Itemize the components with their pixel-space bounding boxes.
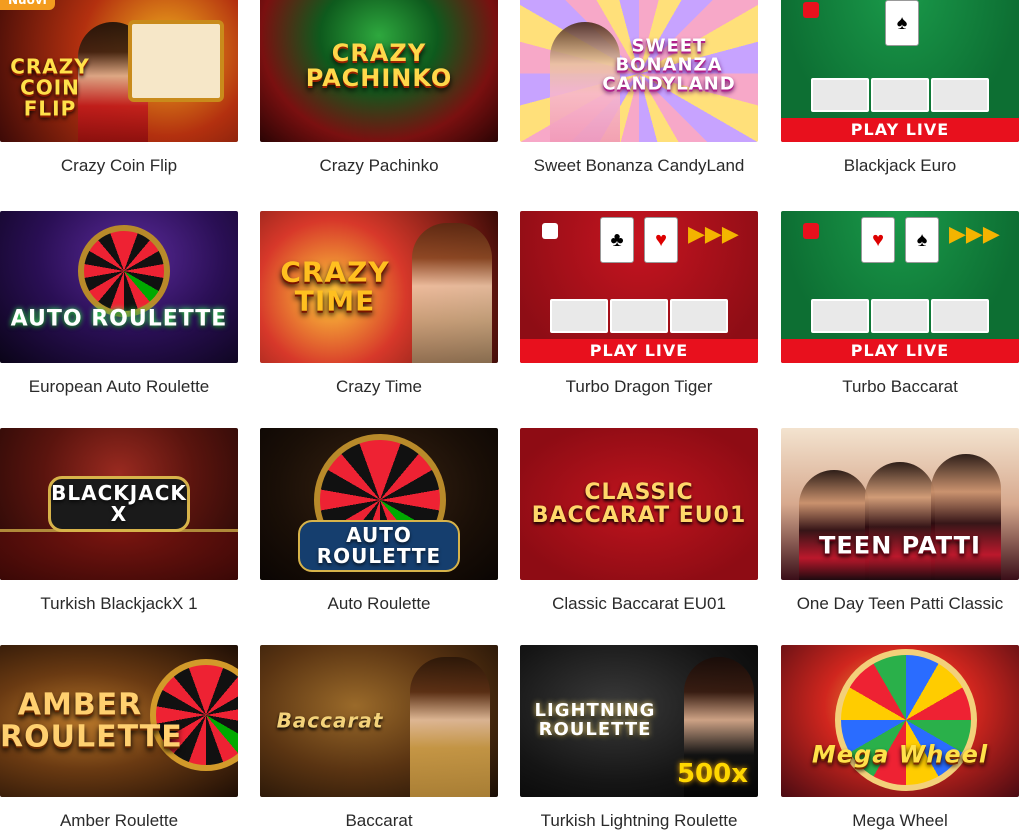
game-thumbnail[interactable]: SWEET BONANZA CANDYLAND: [520, 0, 758, 142]
game-logo-text: Mega Wheel: [811, 740, 989, 769]
game-logo-text: CRAZY COIN FLIP: [10, 54, 90, 121]
player-tiles: [550, 299, 728, 333]
game-title[interactable]: Turkish BlackjackX 1: [0, 594, 238, 614]
game-card-blackjack-euro[interactable]: ♠ PLAY LIVE Blackjack Euro: [781, 0, 1019, 176]
game-thumbnail[interactable]: Baccarat: [260, 645, 498, 797]
game-logo-text: SWEET BONANZA CANDYLAND: [602, 35, 736, 95]
game-card-turkish-blackjackx-1[interactable]: BLACKJACK X Turkish BlackjackX 1: [0, 428, 238, 614]
game-thumbnail[interactable]: AUTO ROULETTE: [260, 428, 498, 580]
game-thumbnail[interactable]: CLASSIC BACCARAT EU01: [520, 428, 758, 580]
roulette-wheel-image: [78, 225, 170, 317]
game-title[interactable]: Amber Roulette: [0, 811, 238, 831]
game-card-crazy-time[interactable]: CRAZY TIME Crazy Time: [260, 211, 498, 397]
game-logo-text: TEEN PATTI: [819, 531, 981, 560]
turbo-arrows-icon: ▶▶▶: [688, 221, 739, 246]
game-title[interactable]: Turbo Baccarat: [781, 377, 1019, 397]
game-card-crazy-pachinko[interactable]: CRAZY PACHINKO Crazy Pachinko: [260, 0, 498, 176]
game-logo-text: AMBER ROULETTE: [0, 687, 183, 754]
wheel-image: [835, 649, 977, 791]
player-thumbnail: [670, 299, 728, 333]
player-thumbnail: [811, 299, 869, 333]
camera-icon: [542, 223, 558, 239]
game-title[interactable]: Sweet Bonanza CandyLand: [520, 156, 758, 176]
game-thumbnail[interactable]: BLACKJACK X: [0, 428, 238, 580]
game-card-baccarat[interactable]: Baccarat Baccarat: [260, 645, 498, 831]
game-title[interactable]: One Day Teen Patti Classic: [781, 594, 1019, 614]
blackjack-table-image: [0, 529, 238, 580]
game-logo-text: Baccarat: [276, 708, 384, 733]
play-live-banner: PLAY LIVE: [781, 339, 1019, 363]
game-title[interactable]: Crazy Time: [260, 377, 498, 397]
playing-card-image: ♥: [644, 217, 678, 263]
game-thumbnail[interactable]: CRAZY PACHINKO: [260, 0, 498, 142]
play-live-banner: PLAY LIVE: [520, 339, 758, 363]
dealer-image: [865, 462, 935, 580]
camera-icon: [803, 223, 819, 239]
game-thumbnail[interactable]: CRAZY TIME: [260, 211, 498, 363]
game-title[interactable]: Turkish Lightning Roulette: [520, 811, 758, 831]
game-card-crazy-coin-flip[interactable]: Nuovi CRAZY COIN FLIP Crazy Coin Flip: [0, 0, 238, 176]
playing-card-image: ♠: [885, 0, 919, 46]
player-thumbnail: [931, 78, 989, 112]
game-logo-text: CRAZY PACHINKO: [305, 38, 453, 92]
game-logo-text: BLACKJACK X: [48, 476, 190, 532]
game-title[interactable]: Auto Roulette: [260, 594, 498, 614]
multiplier-500x: 500x: [676, 759, 748, 789]
game-card-european-auto-roulette[interactable]: AUTO ROULETTE European Auto Roulette: [0, 211, 238, 397]
player-thumbnail: [931, 299, 989, 333]
game-logo-text: CLASSIC BACCARAT EU01: [531, 479, 747, 528]
play-live-banner: PLAY LIVE: [781, 118, 1019, 142]
game-thumbnail[interactable]: AUTO ROULETTE: [0, 211, 238, 363]
game-thumbnail[interactable]: ♠ PLAY LIVE: [781, 0, 1019, 142]
game-card-auto-roulette[interactable]: AUTO ROULETTE Auto Roulette: [260, 428, 498, 614]
game-title[interactable]: European Auto Roulette: [0, 377, 238, 397]
player-thumbnail: [550, 299, 608, 333]
game-card-amber-roulette[interactable]: AMBER ROULETTE Amber Roulette: [0, 645, 238, 831]
game-logo-text: CRAZY TIME: [280, 255, 390, 318]
player-thumbnail: [871, 299, 929, 333]
turbo-arrows-icon: ▶▶▶: [949, 221, 1000, 246]
playing-card-image: ♣: [600, 217, 634, 263]
game-thumbnail[interactable]: ♥ ♠ ▶▶▶ PLAY LIVE: [781, 211, 1019, 363]
player-thumbnail: [811, 78, 869, 112]
slot-reels-image: [128, 20, 224, 102]
dealer-image: [412, 223, 492, 363]
game-thumbnail[interactable]: Mega Wheel: [781, 645, 1019, 797]
dealer-image: [931, 454, 1001, 580]
game-thumbnail[interactable]: TEEN PATTI: [781, 428, 1019, 580]
game-title[interactable]: Blackjack Euro: [781, 156, 1019, 176]
camera-icon: [803, 2, 819, 18]
player-thumbnail: [610, 299, 668, 333]
game-logo-text: LIGHTNING ROULETTE: [534, 700, 656, 740]
dealer-image: [799, 470, 869, 580]
game-card-mega-wheel[interactable]: Mega Wheel Mega Wheel: [781, 645, 1019, 831]
game-title[interactable]: Crazy Coin Flip: [0, 156, 238, 176]
player-tiles: [811, 299, 989, 333]
game-thumbnail[interactable]: ♣ ♥ ▶▶▶ PLAY LIVE: [520, 211, 758, 363]
game-thumbnail[interactable]: LIGHTNING ROULETTE 500x: [520, 645, 758, 797]
game-title[interactable]: Classic Baccarat EU01: [520, 594, 758, 614]
game-title[interactable]: Baccarat: [260, 811, 498, 831]
game-card-classic-baccarat-eu01[interactable]: CLASSIC BACCARAT EU01 Classic Baccarat E…: [520, 428, 758, 614]
game-title[interactable]: Turbo Dragon Tiger: [520, 377, 758, 397]
new-badge: Nuovi: [0, 0, 55, 10]
playing-card-image: ♠: [905, 217, 939, 263]
game-logo-text: AUTO ROULETTE: [10, 306, 228, 332]
playing-card-image: ♥: [861, 217, 895, 263]
game-thumbnail[interactable]: AMBER ROULETTE: [0, 645, 238, 797]
game-card-turbo-baccarat[interactable]: ♥ ♠ ▶▶▶ PLAY LIVE Turbo Baccarat: [781, 211, 1019, 397]
game-card-sweet-bonanza-candyland[interactable]: SWEET BONANZA CANDYLAND Sweet Bonanza Ca…: [520, 0, 758, 176]
player-thumbnail: [871, 78, 929, 112]
game-card-one-day-teen-patti-classic[interactable]: TEEN PATTI One Day Teen Patti Classic: [781, 428, 1019, 614]
game-thumbnail[interactable]: Nuovi CRAZY COIN FLIP: [0, 0, 238, 142]
game-title[interactable]: Mega Wheel: [781, 811, 1019, 831]
game-grid: Nuovi CRAZY COIN FLIP Crazy Coin Flip CR…: [0, 0, 1024, 832]
game-logo-text: AUTO ROULETTE: [298, 520, 460, 572]
dealer-image: [410, 657, 490, 797]
player-tiles: [811, 78, 989, 112]
game-card-turkish-lightning-roulette[interactable]: LIGHTNING ROULETTE 500x Turkish Lightnin…: [520, 645, 758, 831]
game-title[interactable]: Crazy Pachinko: [260, 156, 498, 176]
game-card-turbo-dragon-tiger[interactable]: ♣ ♥ ▶▶▶ PLAY LIVE Turbo Dragon Tiger: [520, 211, 758, 397]
